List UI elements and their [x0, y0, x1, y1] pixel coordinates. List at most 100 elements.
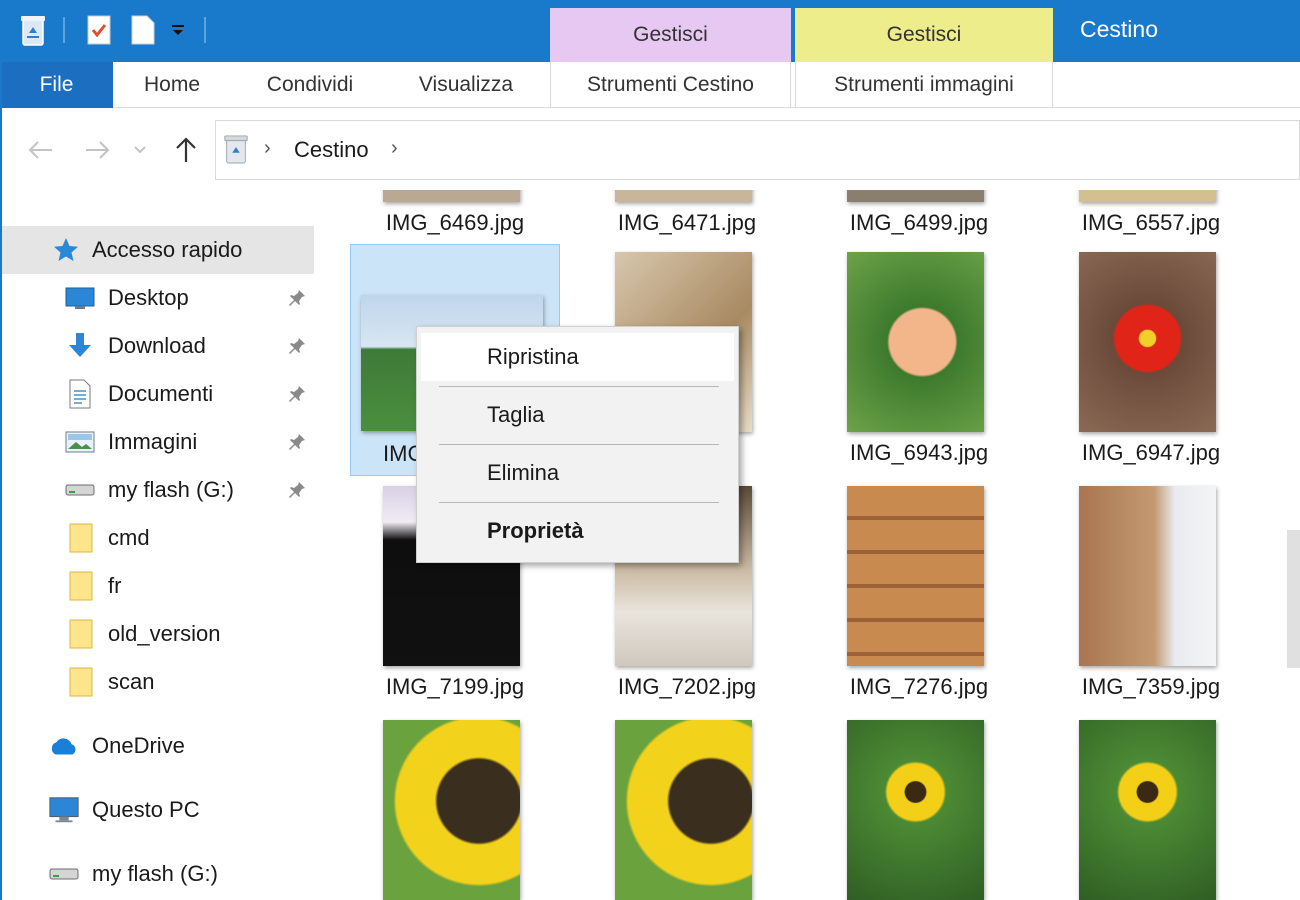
star-icon	[50, 235, 82, 265]
thumbnail	[383, 720, 520, 900]
file-tile[interactable]: IMG_7359.jpg	[1046, 478, 1256, 710]
tab-home[interactable]: Home	[120, 62, 224, 108]
sidebar-item-scan[interactable]: scan	[2, 658, 314, 706]
address-bar[interactable]: › Cestino ›	[215, 120, 1300, 180]
manage-recycle-bin-tab[interactable]: Gestisci	[550, 8, 791, 62]
document-icon	[64, 379, 96, 409]
toolbar-separator	[63, 17, 65, 43]
thumbnail	[847, 720, 984, 900]
file-name: IMG_7359.jpg	[1081, 674, 1221, 699]
file-tile[interactable]: IMG_6471.jpg	[582, 190, 792, 246]
cloud-icon	[48, 731, 80, 761]
sidebar-item-cmd[interactable]: cmd	[2, 514, 314, 562]
thumbnail	[1079, 720, 1216, 900]
sidebar-item-documents[interactable]: Documenti	[2, 370, 314, 418]
file-name: IMG_6469.jpg	[385, 210, 525, 235]
pin-icon[interactable]	[287, 384, 307, 404]
sidebar-item-desktop[interactable]: Desktop	[2, 274, 314, 322]
sidebar-item-label: scan	[108, 669, 155, 694]
menu-item-restore[interactable]: Ripristina	[421, 333, 734, 381]
sidebar-item-this-pc[interactable]: Questo PC	[2, 786, 314, 834]
thumbnail	[615, 720, 752, 900]
context-menu: Ripristina Taglia Elimina Proprietà	[416, 326, 739, 563]
pin-icon[interactable]	[287, 288, 307, 308]
file-tile[interactable]	[814, 712, 1024, 900]
properties-icon[interactable]	[86, 10, 116, 50]
file-tile[interactable]: IMG_7276.jpg	[814, 478, 1024, 710]
sidebar-item-onedrive[interactable]: OneDrive	[2, 722, 314, 770]
thumbnail	[847, 486, 984, 666]
sidebar-item-label: my flash (G:)	[108, 477, 234, 502]
breadcrumb-chevron-icon[interactable]: ›	[391, 137, 398, 160]
sidebar-item-label: fr	[108, 573, 122, 598]
file-name: IMG_6947.jpg	[1081, 440, 1221, 465]
customize-toolbar-dropdown-icon[interactable]	[170, 10, 190, 50]
file-tile[interactable]: IMG_6469.jpg	[350, 190, 560, 246]
file-tile[interactable]	[582, 712, 792, 900]
sidebar-item-label: Immagini	[108, 429, 198, 454]
thumbnail	[847, 190, 984, 202]
menu-item-properties[interactable]: Proprietà	[421, 507, 734, 555]
folder-icon	[64, 619, 96, 649]
navigation-pane: Accesso rapido Desktop Download Document…	[2, 190, 320, 900]
vertical-scrollbar[interactable]	[1287, 530, 1300, 668]
file-name: IMG_7276.jpg	[849, 674, 989, 699]
file-name: IMG_7202.jpg	[617, 674, 757, 699]
forward-arrow-icon[interactable]	[80, 132, 116, 168]
back-arrow-icon[interactable]	[22, 132, 58, 168]
sidebar-item-flash-drive[interactable]: my flash (G:)	[2, 850, 314, 898]
sidebar-item-my-flash[interactable]: my flash (G:)	[2, 466, 314, 514]
file-tile[interactable]	[1046, 712, 1256, 900]
breadcrumb-separator-icon: ›	[264, 137, 271, 159]
menu-item-cut[interactable]: Taglia	[421, 391, 734, 439]
pin-icon[interactable]	[287, 480, 307, 500]
tab-view[interactable]: Visualizza	[398, 62, 534, 108]
file-name: IMG_6943.jpg	[849, 440, 989, 465]
pin-icon[interactable]	[287, 336, 307, 356]
file-name: IMG_6557.jpg	[1081, 210, 1221, 235]
recycle-bin-icon	[222, 133, 250, 170]
sidebar-item-quick-access[interactable]: Accesso rapido	[2, 226, 314, 274]
recent-locations-chevron-icon[interactable]	[130, 132, 150, 168]
thumbnail	[1079, 486, 1216, 666]
file-tile[interactable]: IMG_6499.jpg	[814, 190, 1024, 246]
tab-share[interactable]: Condividi	[240, 62, 380, 108]
thumbnail	[1079, 252, 1216, 432]
manage-images-tab[interactable]: Gestisci	[795, 8, 1053, 62]
pin-icon[interactable]	[287, 432, 307, 452]
sidebar-item-old-version[interactable]: old_version	[2, 610, 314, 658]
thumbnail	[1079, 190, 1216, 202]
toolbar-separator	[204, 17, 206, 43]
computer-icon	[48, 795, 80, 825]
sidebar-item-fr[interactable]: fr	[2, 562, 314, 610]
sidebar-item-label: OneDrive	[92, 733, 185, 758]
recycle-bin-icon[interactable]	[18, 10, 50, 50]
file-name: IMG_6499.jpg	[849, 210, 989, 235]
sidebar-item-pictures[interactable]: Immagini	[2, 418, 314, 466]
sidebar-item-download[interactable]: Download	[2, 322, 314, 370]
desktop-icon	[64, 283, 96, 313]
tab-image-tools[interactable]: Strumenti immagini	[795, 62, 1053, 108]
file-tile[interactable]: IMG_6557.jpg	[1046, 190, 1256, 246]
breadcrumb-cestino[interactable]: Cestino	[294, 137, 369, 163]
drive-icon	[48, 859, 80, 889]
drive-icon	[64, 475, 96, 505]
folder-icon	[64, 523, 96, 553]
sidebar-item-label: cmd	[108, 525, 150, 550]
file-name: IMG_6471.jpg	[617, 210, 757, 235]
tab-recycle-bin-tools[interactable]: Strumenti Cestino	[550, 62, 791, 108]
thumbnail	[383, 190, 520, 202]
thumbnail	[615, 190, 752, 202]
title-bar: Gestisci Gestisci Cestino	[0, 0, 1300, 62]
file-tile[interactable]: IMG_6947.jpg	[1046, 244, 1256, 476]
file-tile[interactable]	[350, 712, 560, 900]
window-title: Cestino	[1080, 16, 1158, 42]
new-document-icon[interactable]	[130, 10, 160, 50]
thumbnail	[847, 252, 984, 432]
file-tile[interactable]: IMG_6943.jpg	[814, 244, 1024, 476]
menu-item-delete[interactable]: Elimina	[421, 449, 734, 497]
tab-file[interactable]: File	[0, 62, 113, 108]
sidebar-item-label: Questo PC	[92, 797, 200, 822]
up-arrow-icon[interactable]	[168, 132, 204, 168]
ribbon-tabs: File Home Condividi Visualizza Strumenti…	[0, 62, 1300, 108]
